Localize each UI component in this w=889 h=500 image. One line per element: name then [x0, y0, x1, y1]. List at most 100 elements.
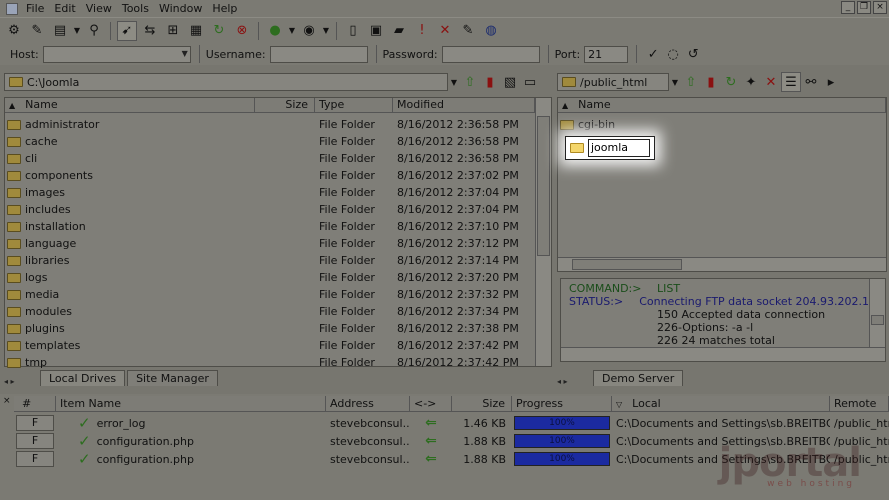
port-input[interactable]: 21 [584, 45, 629, 63]
queue-item-button[interactable]: F [16, 415, 54, 431]
alert-icon[interactable]: ! [412, 21, 432, 41]
table-row[interactable]: components File Folder 8/16/2012 2:37:02 P… [7, 167, 535, 184]
username-input[interactable] [269, 45, 368, 63]
view-icon[interactable]: ▣ [366, 21, 386, 41]
menu-edit[interactable]: Edit [52, 2, 83, 15]
table-row[interactable]: includes File Folder 8/16/2012 2:37:04 PM [7, 201, 535, 218]
remote-delete-icon[interactable]: ▮ [701, 72, 721, 92]
local-delete-icon[interactable]: ▮ [480, 72, 500, 92]
tab-nav-arrows-icon[interactable]: ◂ ▸ [4, 377, 40, 386]
refresh-icon[interactable]: ↻ [209, 21, 229, 41]
table-row[interactable]: cli File Folder 8/16/2012 2:36:58 PM [7, 150, 535, 167]
search-icon[interactable]: ⚲ [84, 21, 104, 41]
remote-horizontal-scrollbar[interactable] [558, 257, 886, 271]
table-row[interactable]: templates File Folder 8/16/2012 2:37:42 PM [7, 337, 535, 354]
log-scroll-thumb[interactable] [871, 315, 884, 325]
remote-col-name[interactable]: ▲ Name [558, 98, 886, 113]
table-row[interactable]: cache File Folder 8/16/2012 2:36:58 PM [7, 133, 535, 150]
remote-refresh-icon[interactable]: ↻ [721, 72, 741, 92]
remote-cancel-icon[interactable]: ✕ [761, 72, 781, 92]
menu-window[interactable]: Window [157, 2, 210, 15]
local-path-dropdown-icon[interactable]: ▼ [448, 72, 460, 92]
table-row[interactable]: modules File Folder 8/16/2012 2:37:34 PM [7, 303, 535, 320]
rename-input[interactable]: joomla [588, 139, 650, 157]
table-row[interactable]: plugins File Folder 8/16/2012 2:37:38 PM [7, 320, 535, 337]
log-vertical-scrollbar[interactable] [869, 279, 885, 347]
table-row[interactable]: F ✓ error_log stevebconsul... ⇐ 1.46 KB 100% C:… [14, 414, 889, 432]
sync-icon[interactable]: ⇆ [140, 21, 160, 41]
table-row[interactable]: images File Folder 8/16/2012 2:37:04 PM [7, 184, 535, 201]
disconnect-button-icon[interactable]: ◌ [663, 44, 683, 64]
log-horizontal-scrollbar[interactable] [561, 347, 885, 361]
table-row[interactable]: libraries File Folder 8/16/2012 2:37:14 PM [7, 252, 535, 269]
local-path-input[interactable]: C:\Joomla [4, 73, 448, 91]
local-bookmark-icon[interactable]: ▧ [500, 72, 520, 92]
local-col-type[interactable]: Type [315, 98, 393, 113]
stop-icon[interactable]: ⊗ [232, 21, 252, 41]
play-icon[interactable]: ● [265, 21, 285, 41]
local-up-icon[interactable]: ⇧ [460, 72, 480, 92]
remote-more-icon[interactable]: ▸ [821, 72, 841, 92]
menu-help[interactable]: Help [210, 2, 245, 15]
table-row[interactable]: language File Folder 8/16/2012 2:37:12 PM [7, 235, 535, 252]
active-tool-icon[interactable]: ➹ [117, 20, 137, 41]
minimize-button[interactable]: _ [841, 1, 855, 14]
reconnect-button-icon[interactable]: ↺ [683, 44, 703, 64]
table-row[interactable]: logs File Folder 8/16/2012 2:37:20 PM [7, 269, 535, 286]
folder-open-icon[interactable]: ▰ [389, 21, 409, 41]
tab-site-manager[interactable]: Site Manager [127, 370, 218, 386]
queue-close-icon[interactable]: × [3, 396, 11, 406]
restore-button[interactable]: ❐ [857, 1, 871, 14]
list-item[interactable]: cgi-bin [560, 116, 880, 133]
remote-path-input[interactable]: /public_html [557, 73, 669, 91]
dropdown-arrow-icon[interactable]: ▼ [288, 21, 296, 41]
queue-item-button[interactable]: F [16, 433, 54, 449]
local-col-modified[interactable]: Modified [393, 98, 535, 113]
upload-icon[interactable]: ◉ [299, 21, 319, 41]
queue-col-direction[interactable]: <-> [410, 396, 452, 412]
tree-icon[interactable]: ⊞ [163, 21, 183, 41]
connect-icon[interactable]: ⚙ [4, 21, 24, 41]
table-row[interactable]: media File Folder 8/16/2012 2:37:32 PM [7, 286, 535, 303]
remote-list-view-icon[interactable]: ☰ [781, 72, 801, 92]
remote-hscroll-thumb[interactable] [572, 259, 682, 270]
password-input[interactable] [441, 45, 540, 63]
document-icon[interactable]: ▯ [343, 21, 363, 41]
remote-link-icon[interactable]: ✦ [741, 72, 761, 92]
local-scroll-thumb[interactable] [537, 116, 550, 256]
table-row[interactable]: administrator File Folder 8/16/2012 2:36:5… [7, 116, 535, 133]
queue-col-remote[interactable]: Remote [830, 396, 889, 412]
quick-connect-icon[interactable]: ✎ [27, 21, 47, 41]
tab-demo-server[interactable]: Demo Server [593, 370, 684, 386]
queue-col-item[interactable]: Item Name [56, 396, 326, 412]
local-vertical-scrollbar[interactable] [535, 98, 551, 366]
new-site-icon[interactable]: ▤ [50, 21, 70, 41]
host-input[interactable] [42, 45, 191, 63]
remote-path-dropdown-icon[interactable]: ▼ [669, 72, 681, 92]
connect-button-icon[interactable]: ✓ [643, 44, 663, 64]
local-col-size[interactable]: Size [255, 98, 315, 113]
menu-view[interactable]: View [84, 2, 120, 15]
local-col-name[interactable]: ▲ Name [5, 98, 255, 113]
local-folder-icon[interactable]: ▭ [520, 72, 540, 92]
table-row[interactable]: installation File Folder 8/16/2012 2:37:10… [7, 218, 535, 235]
dropdown-arrow-icon[interactable]: ▼ [322, 21, 330, 41]
binary-icon[interactable]: ▦ [186, 21, 206, 41]
close-button[interactable]: × [873, 1, 887, 14]
dropdown-arrow-icon[interactable]: ▼ [73, 21, 81, 41]
tab-nav-arrows-icon[interactable]: ◂ ▸ [557, 377, 593, 386]
edit-icon[interactable]: ✎ [458, 21, 478, 41]
queue-col-size[interactable]: Size [452, 396, 512, 412]
menu-file[interactable]: File [24, 2, 52, 15]
remote-filter-icon[interactable]: ⚯ [801, 72, 821, 92]
menu-tools[interactable]: Tools [120, 2, 157, 15]
delete-icon[interactable]: ✕ [435, 21, 455, 41]
queue-col-local[interactable]: ▽ Local [612, 396, 830, 412]
queue-col-num[interactable]: # [14, 396, 56, 412]
remote-up-icon[interactable]: ⇧ [681, 72, 701, 92]
tab-local-drives[interactable]: Local Drives [40, 370, 126, 386]
help-icon[interactable]: ◍ [481, 21, 501, 41]
rename-folder-editor[interactable]: joomla [565, 136, 655, 160]
queue-col-progress[interactable]: Progress [512, 396, 612, 412]
queue-col-address[interactable]: Address [326, 396, 410, 412]
